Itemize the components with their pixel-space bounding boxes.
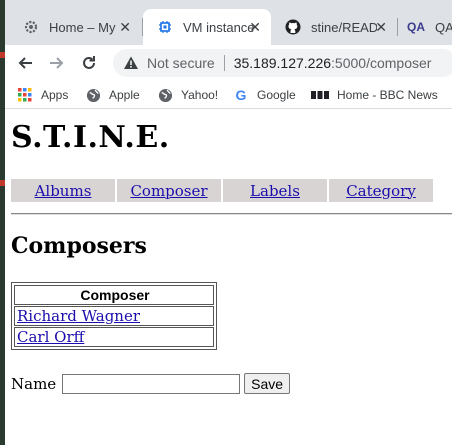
composer-link[interactable]: Carl Orff [17, 328, 84, 346]
close-icon[interactable]: ✕ [375, 19, 387, 35]
reload-icon [83, 56, 95, 69]
browser-toolbar: Not secure 35.189.127.226:5000/composer [5, 45, 452, 81]
globe-icon [85, 87, 101, 103]
nav-link-category[interactable]: Category [346, 182, 416, 200]
close-icon[interactable]: ✕ [119, 19, 131, 35]
apps-grid-icon [17, 87, 33, 103]
nav-albums: Albums [11, 179, 115, 202]
composer-table: Composer Richard Wagner Carl Orff [11, 282, 217, 350]
bookmark-apps[interactable]: Apps [17, 86, 68, 104]
omnibox-divider [223, 55, 225, 71]
nav-link-albums[interactable]: Albums [35, 182, 92, 200]
bookmark-label: Apple [109, 88, 140, 102]
save-button[interactable]: Save [244, 373, 291, 394]
github-icon [285, 19, 301, 35]
bookmark-yahoo[interactable]: Yahoo! [157, 86, 218, 104]
bookmark-label: Apps [41, 88, 69, 102]
site-title: S.T.I.N.E. [11, 120, 170, 155]
composer-link[interactable]: Richard Wagner [17, 307, 140, 325]
address-bar[interactable]: Not secure 35.189.127.226:5000/composer [113, 49, 452, 77]
security-label: Not secure [147, 55, 215, 71]
table-header: Composer [14, 285, 214, 305]
bookmark-google[interactable]: G Google [233, 86, 296, 104]
url-path: :5000/composer [331, 55, 432, 71]
nav-category: Category [329, 179, 433, 202]
bookmark-bbc[interactable]: Home - BBC News [311, 86, 438, 104]
add-composer-form: Name Save [11, 373, 291, 394]
tab-qa[interactable]: QA QA [397, 9, 452, 45]
back-button[interactable] [13, 51, 37, 75]
tab-label: VM instance [183, 19, 255, 35]
gear-icon [23, 19, 39, 35]
close-icon[interactable]: ✕ [249, 19, 261, 35]
chip-icon [157, 19, 173, 35]
bookmarks-bar: Apps Apple Yahoo! G Google Home - BBC Ne… [5, 81, 452, 109]
bookmark-label: Yahoo! [181, 88, 219, 102]
tab-label: stine/READM [311, 19, 377, 35]
page-content: S.T.I.N.E. Albums Composer Labels Catego… [5, 109, 452, 445]
name-input[interactable] [62, 373, 241, 394]
bbc-icon [311, 87, 329, 103]
google-icon: G [235, 87, 247, 103]
qa-icon: QA [407, 20, 425, 34]
warning-icon[interactable] [123, 55, 139, 71]
back-arrow-icon [18, 57, 32, 69]
table-row: Richard Wagner [14, 306, 214, 326]
bookmark-label: Home - BBC News [337, 88, 438, 102]
forward-arrow-icon [50, 57, 64, 69]
bookmark-label: Google [257, 88, 296, 102]
name-label: Name [11, 374, 57, 393]
nav-link-composer[interactable]: Composer [130, 182, 207, 200]
tab-bar: Home – My ✕ VM instance ✕ stine/READM ✕ … [5, 0, 452, 45]
tab-label: Home – My [49, 19, 116, 35]
nav-link-labels[interactable]: Labels [250, 182, 300, 200]
url-host: 35.189.127.226 [233, 55, 332, 71]
bookmark-apple[interactable]: Apple [85, 86, 140, 104]
tab-vm-instance[interactable]: VM instance ✕ [143, 9, 271, 45]
tab-github[interactable]: stine/READM ✕ [271, 9, 397, 45]
tab-home[interactable]: Home – My ✕ [9, 9, 141, 45]
globe-icon [157, 87, 173, 103]
tab-label: QA [435, 19, 452, 35]
reload-button[interactable] [77, 51, 101, 75]
nav-composer: Composer [117, 179, 221, 202]
forward-button[interactable] [45, 51, 69, 75]
table-row: Carl Orff [14, 327, 214, 347]
main-nav: Albums Composer Labels Category [11, 179, 433, 202]
page-title: Composers [11, 233, 147, 259]
divider [11, 213, 452, 215]
nav-labels: Labels [223, 179, 327, 202]
